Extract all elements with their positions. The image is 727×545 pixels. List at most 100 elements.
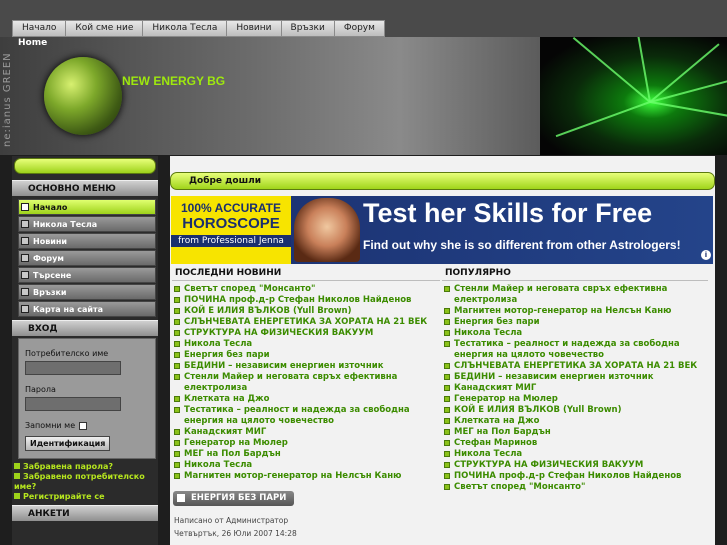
news-link-label: Тестатика – реалност и надежда за свобод… bbox=[454, 339, 680, 360]
news-link-label: БЕДИНИ – независим енергиен източник bbox=[184, 361, 384, 371]
news-link[interactable]: Никола Тесла bbox=[172, 339, 440, 350]
news-link[interactable]: Магнитен мотор-генератор на Нелсън Каню bbox=[172, 471, 440, 482]
news-link[interactable]: МЕГ на Пол Бардън bbox=[442, 427, 708, 438]
ad-info-icon[interactable]: i bbox=[701, 250, 711, 260]
sidebar-menu-label: Карта на сайта bbox=[33, 305, 103, 314]
news-link[interactable]: БЕДИНИ – независим енергиен източник bbox=[172, 361, 440, 372]
bullet-icon bbox=[174, 297, 180, 303]
news-link[interactable]: Светът според "Монсанто" bbox=[172, 284, 440, 295]
news-link[interactable]: Никола Тесла bbox=[172, 460, 440, 471]
news-link[interactable]: ПОЧИНА проф.д-р Стефан Николов Найденов bbox=[172, 295, 440, 306]
news-link[interactable]: Тестатика – реалност и надежда за свобод… bbox=[172, 405, 440, 427]
popular-heading: ПОПУЛЯРНО bbox=[442, 268, 708, 281]
topnav-item[interactable]: Начало bbox=[13, 21, 67, 36]
sidebar-menu-item[interactable]: Търсене bbox=[18, 267, 156, 283]
site-title[interactable]: NEW ENERGY BG bbox=[122, 74, 225, 88]
password-label: Парола bbox=[25, 385, 56, 394]
latest-news-list: Светът според "Монсанто" ПОЧИНА проф.д-р … bbox=[172, 284, 440, 482]
news-link[interactable]: Енергия без пари bbox=[442, 317, 708, 328]
news-link-label: ПОЧИНА проф.д-р Стефан Николов Найденов bbox=[184, 295, 412, 305]
bullet-icon bbox=[174, 363, 180, 369]
bullet-icon bbox=[174, 308, 180, 314]
laser-decoration-image bbox=[540, 37, 727, 155]
news-link[interactable]: Стенли Майер и неговата свръх ефективна … bbox=[442, 284, 708, 306]
ad-line-2: HOROSCOPE bbox=[182, 215, 280, 232]
news-link[interactable]: Светът според "Монсанто" bbox=[442, 482, 708, 493]
breadcrumb[interactable]: Home bbox=[18, 38, 47, 48]
news-link[interactable]: КОЙ Е ИЛИЯ ВЪЛКОВ (Yull Brown) bbox=[172, 306, 440, 317]
news-link-label: ПОЧИНА проф.д-р Стефан Николов Найденов bbox=[454, 471, 682, 481]
bullet-icon bbox=[444, 429, 450, 435]
news-link-label: Никола Тесла bbox=[454, 449, 523, 459]
news-link[interactable]: Канадският МИГ bbox=[442, 383, 708, 394]
topnav-item[interactable]: Форум bbox=[334, 21, 384, 36]
menu-bullet-icon bbox=[21, 271, 29, 279]
sidebar-menu-item[interactable]: Начало bbox=[18, 199, 156, 215]
sidebar-menu-item[interactable]: Новини bbox=[18, 233, 156, 249]
login-button[interactable]: Идентификация bbox=[25, 436, 111, 451]
section-title-label: ЕНЕРГИЯ БЕЗ ПАРИ bbox=[191, 493, 287, 503]
news-link-label: Стенли Майер и неговата свръх ефективна … bbox=[184, 372, 398, 393]
news-link-label: Енергия без пари bbox=[184, 350, 270, 360]
news-link[interactable]: СЛЪНЧЕВАТА ЕНЕРГЕТИКА ЗА ХОРАТА НА 21 ВЕ… bbox=[172, 317, 440, 328]
news-link[interactable]: Никола Тесла bbox=[442, 449, 708, 460]
top-navigation: Начало Кой сме ние Никола Тесла Новини Връзк… bbox=[12, 20, 385, 37]
sidebar-menu-label: Форум bbox=[33, 254, 64, 263]
login-form: Потребителско име Парола Запомни ме Иден… bbox=[18, 338, 156, 459]
sidebar-menu-item[interactable]: Никола Тесла bbox=[18, 216, 156, 232]
account-link[interactable]: Регистрирайте се bbox=[14, 492, 158, 502]
account-link-label: Регистрирайте се bbox=[23, 492, 105, 501]
news-link[interactable]: Канадският МИГ bbox=[172, 427, 440, 438]
ad-horoscope-block: 100% ACCURATE HOROSCOPE from Professiona… bbox=[171, 196, 291, 264]
news-link[interactable]: Генератор на Мюлер bbox=[442, 394, 708, 405]
menu-bullet-icon bbox=[21, 254, 29, 262]
news-link[interactable]: Стефан Маринов bbox=[442, 438, 708, 449]
site-header: ne:ianus GREEN Home NEW ENERGY BG bbox=[0, 37, 727, 155]
news-link[interactable]: СЛЪНЧЕВАТА ЕНЕРГЕТИКА ЗА ХОРАТА НА 21 ВЕ… bbox=[442, 361, 708, 372]
news-link[interactable]: Тестатика – реалност и надежда за свобод… bbox=[442, 339, 708, 361]
sidebar-menu-item[interactable]: Карта на сайта bbox=[18, 301, 156, 317]
remember-checkbox[interactable] bbox=[79, 421, 88, 430]
news-link[interactable]: ПОЧИНА проф.д-р Стефан Николов Найденов bbox=[442, 471, 708, 482]
bullet-icon bbox=[444, 440, 450, 446]
account-link-label: Забравено потребителско име? bbox=[14, 472, 145, 491]
latest-news-heading: ПОСЛЕДНИ НОВИНИ bbox=[172, 268, 440, 281]
news-link[interactable]: СТРУКТУРА НА ФИЗИЧЕСКИЯ ВАКУУМ bbox=[442, 460, 708, 471]
topnav-item[interactable]: Връзки bbox=[281, 21, 335, 36]
username-input[interactable] bbox=[25, 361, 121, 375]
password-input[interactable] bbox=[25, 397, 121, 411]
topnav-item[interactable]: Кой сме ние bbox=[66, 21, 144, 36]
remember-label: Запомни ме bbox=[25, 421, 76, 430]
news-link[interactable]: Клетката на Джо bbox=[442, 416, 708, 427]
news-link[interactable]: КОЙ Е ИЛИЯ ВЪЛКОВ (Yull Brown) bbox=[442, 405, 708, 416]
bullet-icon bbox=[174, 473, 180, 479]
news-link[interactable]: Магнитен мотор-генератор на Нелсън Каню bbox=[442, 306, 708, 317]
account-link[interactable]: Забравена парола? bbox=[14, 462, 158, 472]
news-link-label: Никола Тесла bbox=[184, 339, 253, 349]
news-link[interactable]: МЕГ на Пол Бардън bbox=[172, 449, 440, 460]
welcome-heading: Добре дошли bbox=[170, 172, 715, 190]
bullet-icon bbox=[174, 374, 180, 380]
news-link[interactable]: Клетката на Джо bbox=[172, 394, 440, 405]
bullet-icon bbox=[174, 352, 180, 358]
account-link[interactable]: Забравено потребителско име? bbox=[14, 472, 158, 492]
news-link[interactable]: Стенли Майер и неговата свръх ефективна … bbox=[172, 372, 440, 394]
bullet-icon bbox=[444, 286, 450, 292]
topnav-item[interactable]: Новини bbox=[227, 21, 282, 36]
news-link-label: МЕГ на Пол Бардън bbox=[184, 449, 281, 459]
topnav-item[interactable]: Никола Тесла bbox=[143, 21, 228, 36]
sidebar-menu-item[interactable]: Връзки bbox=[18, 284, 156, 300]
news-link[interactable]: Енергия без пари bbox=[172, 350, 440, 361]
bullet-icon bbox=[174, 286, 180, 292]
news-link-label: Тестатика – реалност и надежда за свобод… bbox=[184, 405, 410, 426]
advertisement-banner[interactable]: 100% ACCURATE HOROSCOPE from Professiona… bbox=[171, 196, 713, 264]
news-link[interactable]: Никола Тесла bbox=[442, 328, 708, 339]
sidebar-menu-item[interactable]: Форум bbox=[18, 250, 156, 266]
news-link-label: Магнитен мотор-генератор на Нелсън Каню bbox=[184, 471, 402, 481]
news-link[interactable]: СТРУКТУРА НА ФИЗИЧЕСКИЯ ВАКУУМ bbox=[172, 328, 440, 339]
news-link-label: Клетката на Джо bbox=[454, 416, 540, 426]
section-title-button[interactable]: ЕНЕРГИЯ БЕЗ ПАРИ bbox=[173, 491, 295, 506]
latest-news-column: ПОСЛЕДНИ НОВИНИ Светът според "Монсанто"… bbox=[172, 268, 440, 482]
news-link[interactable]: Генератор на Мюлер bbox=[172, 438, 440, 449]
news-link[interactable]: БЕДИНИ – независим енергиен източник bbox=[442, 372, 708, 383]
